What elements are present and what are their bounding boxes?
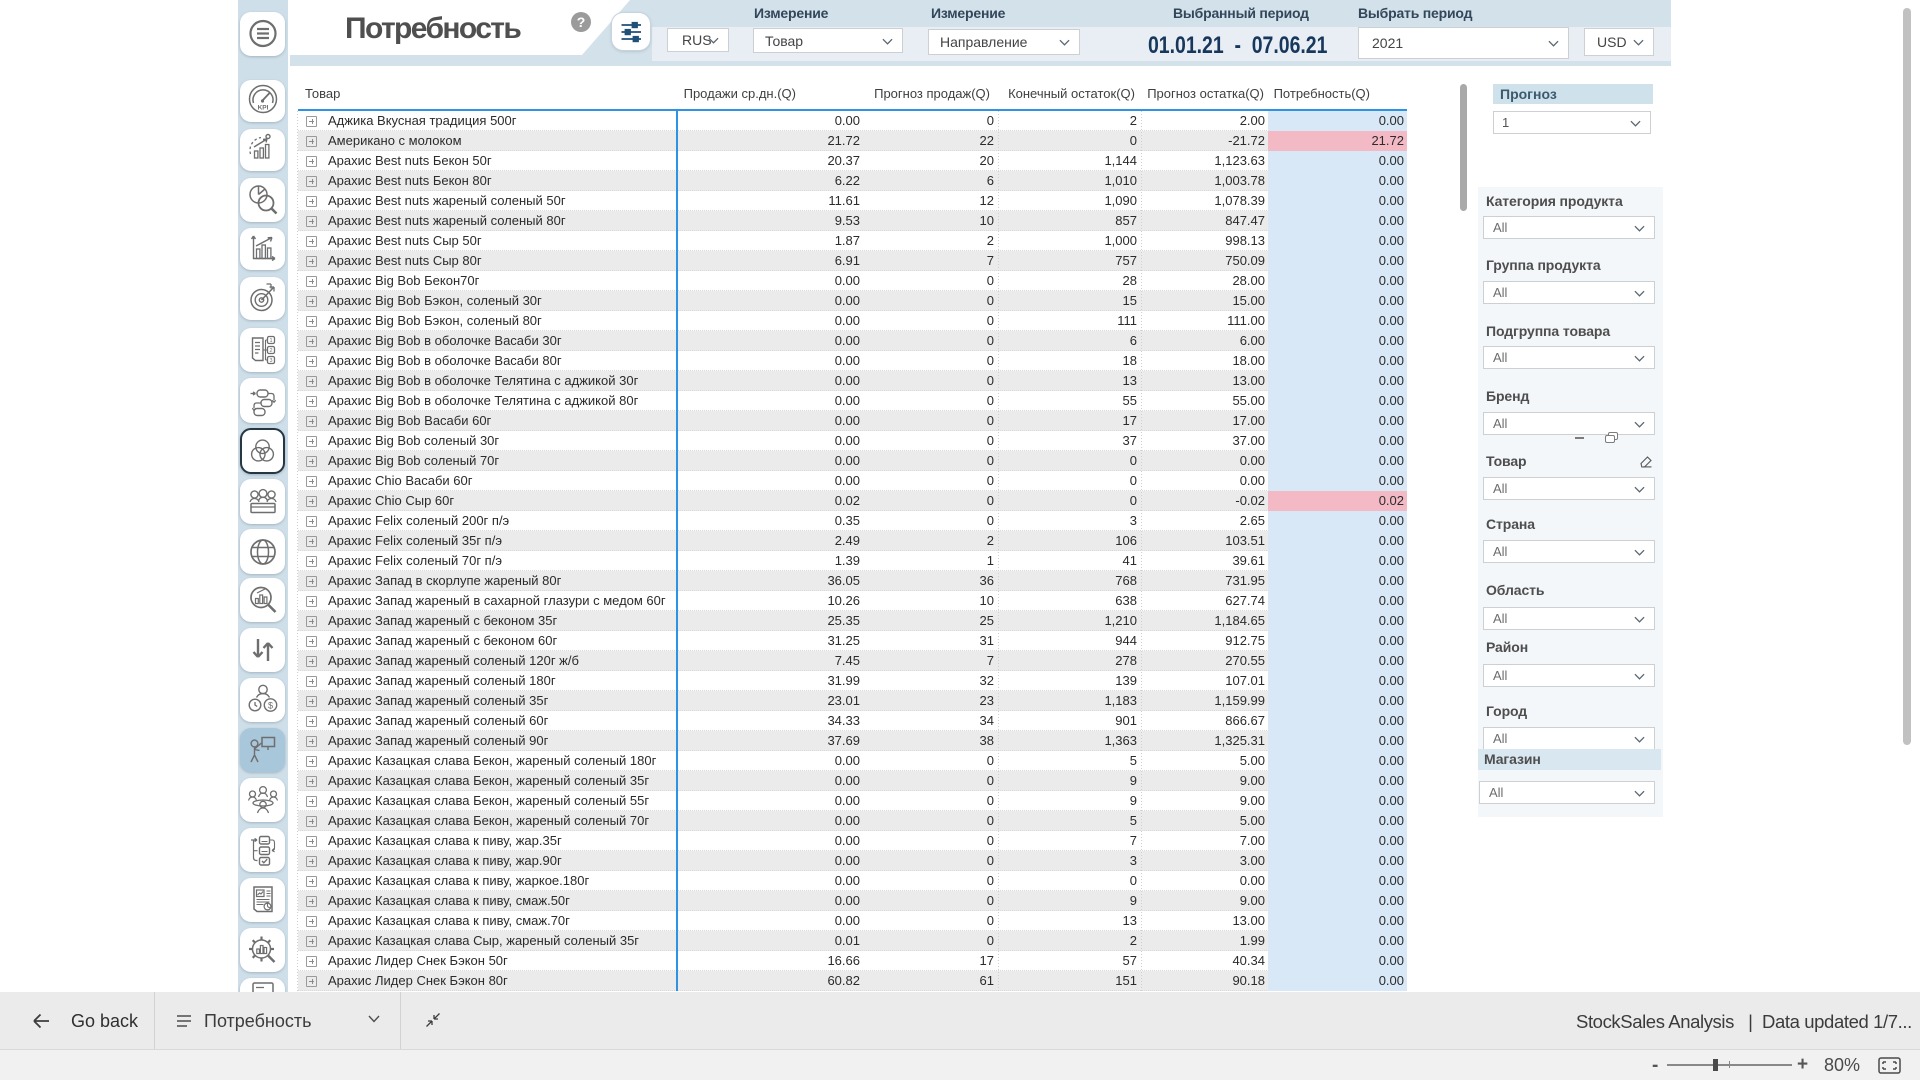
svg-text:2: 2: [269, 348, 272, 354]
svg-text:$: $: [267, 701, 272, 711]
svg-text:3: 3: [269, 358, 272, 364]
svg-text:1: 1: [269, 338, 272, 344]
svg-text:KPI: KPI: [257, 105, 268, 112]
